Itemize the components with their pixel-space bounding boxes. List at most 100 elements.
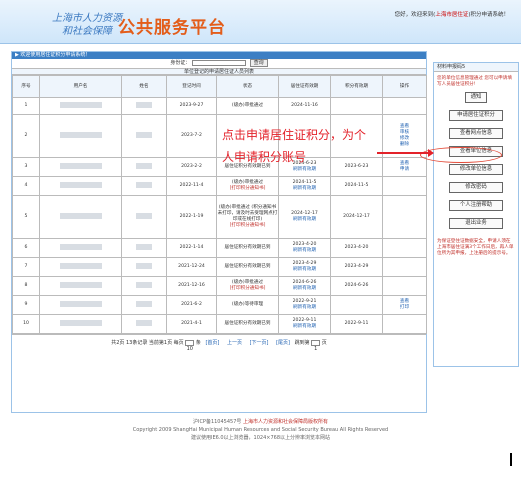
print-notice-link[interactable]: [打印积分通知书] — [218, 223, 278, 229]
col-header: 序号 — [12, 75, 40, 98]
redacted-name — [136, 282, 152, 289]
refresh-validity-link[interactable]: 刷新有效期 — [280, 217, 330, 223]
actions-cell — [382, 195, 427, 239]
residence-validity: 2023-4-29 刷新有效期 — [278, 257, 331, 277]
table-row: 6 2022-1-14 居住证积分有效期已到 2023-4-20 刷新有效期 2023-4… — [12, 238, 427, 258]
next-page-link[interactable]: [下一页] — [250, 340, 269, 346]
registration-date: 2021-12-24 — [166, 257, 217, 277]
table-row: 9 2021-6-2 (级办)等待审理 2022-9-21 刷新有效期 查看 打印 — [12, 295, 427, 315]
registration-date: 2022-1-19 — [166, 195, 217, 239]
logo-line2: 和社会保障 — [62, 26, 112, 37]
logout-button[interactable]: 退出业务 — [449, 218, 503, 229]
actions-cell — [382, 176, 427, 196]
edit-company-button[interactable]: 修改单位信息 — [449, 164, 503, 175]
table-row: 5 2022-1-19 (级办)审批通过 (积分通知书未打印，请及时去受理网点打印或… — [12, 195, 427, 239]
username-cell — [39, 257, 122, 277]
redacted-name — [136, 301, 152, 308]
actions-cell — [382, 257, 427, 277]
row-action-link[interactable]: 打印 — [384, 305, 426, 311]
redacted-username — [59, 320, 102, 327]
name-cell — [121, 238, 167, 258]
welcome-text: 您好，欢迎来到(上海市居住证)积分申请系统！ — [394, 12, 509, 18]
username-cell — [39, 276, 122, 296]
redacted-username — [59, 263, 102, 270]
col-header: 操作 — [382, 75, 427, 98]
redacted-name — [136, 320, 152, 327]
actions-cell[interactable]: 查看 打印 — [382, 295, 427, 315]
name-cell — [121, 157, 167, 177]
side-warning: 为保证登住证数据安全，申请人须在上海市居住证满3个工作日后，再人单位所为其申报，… — [437, 239, 514, 256]
view-branches-button[interactable]: 查看网点信息 — [449, 128, 503, 139]
row-number: 5 — [12, 195, 40, 239]
table-header-row: 序号 用户名 姓名 登记时间 状态 居住证有效期 积分有效期 操作 — [12, 75, 427, 98]
query-button[interactable]: 查询 — [249, 59, 268, 67]
side-head: 材料申报码5 — [434, 63, 518, 72]
refresh-validity-link[interactable]: 刷新有效期 — [280, 186, 330, 192]
redacted-name — [136, 263, 152, 270]
refresh-validity-link[interactable]: 刷新有效期 — [280, 286, 330, 292]
refresh-validity-link[interactable]: 刷新有效期 — [280, 324, 330, 330]
registration-date: 2023-2-2 — [166, 157, 217, 177]
table-row: 1 2023-9-27 (级办)审批通过 2024-11-16 — [12, 97, 427, 115]
status-cell: 居住证积分有效期已到 — [216, 257, 279, 277]
site-footer: 沪ICP备11045457号 上海市人力资源和社会保障局版权所有 Copyrig… — [0, 418, 521, 442]
table-row: 7 2021-12-24 居住证积分有效期已到 2023-4-29 刷新有效期 2023-… — [12, 257, 427, 277]
registration-date: 2022-1-14 — [166, 238, 217, 258]
row-action-link[interactable]: 删除 — [384, 142, 426, 148]
jump-page-input[interactable]: 1 — [311, 339, 321, 352]
last-page-link[interactable]: [尾页] — [276, 340, 290, 346]
residence-validity: 2022-9-11 刷新有效期 — [278, 314, 331, 334]
registration-date: 2022-11-4 — [166, 176, 217, 196]
redacted-name — [136, 132, 152, 139]
row-action-link[interactable]: 申请 — [384, 167, 426, 173]
col-header: 姓名 — [121, 75, 167, 98]
name-cell — [121, 176, 167, 196]
org-copyright: 上海市人力资源和社会保障局版权所有 — [243, 419, 329, 425]
id-search-input[interactable] — [192, 59, 246, 66]
site-header: 上海市人力资源 和社会保障 公共服务平台 您好，欢迎来到(上海市居住证)积分申请… — [0, 0, 521, 44]
points-validity — [330, 97, 383, 115]
list-title: 单位登记的申请居住证人员列表 — [12, 68, 426, 75]
name-cell — [121, 195, 167, 239]
table-row: 4 2022-11-4 (级办)审批通过 [打印积分通知书] 2024-11-5 刷新有效… — [12, 176, 427, 196]
table-row: 8 2021-12-16 (级办)审批通过 [打印积分通知书] 2024-6-26 刷新有… — [12, 276, 427, 296]
first-page-link[interactable]: [首页] — [205, 340, 219, 346]
notice-button[interactable]: 通知 — [465, 92, 487, 103]
print-notice-link[interactable]: [打印积分通知书] — [218, 186, 278, 192]
status-cell: (级办)审批通过 — [216, 97, 279, 115]
platform-logo: 公共服务平台 — [118, 18, 226, 38]
status-cell: 居住证积分有效期已到 — [216, 314, 279, 334]
pager: 共2页 13条记录 当前第1页 每页 10 条 [首页] 上一页 [下一页] [… — [12, 334, 426, 352]
row-number: 9 — [12, 295, 40, 315]
residence-validity: 2024-12-17 刷新有效期 — [278, 195, 331, 239]
username-cell — [39, 195, 122, 239]
redacted-username — [59, 213, 102, 220]
copyright-text: Copyright 2009 ShangHai Municipal Human … — [132, 427, 389, 433]
welcome-link[interactable]: 上海市居住证 — [435, 12, 468, 18]
row-number: 1 — [12, 97, 40, 115]
col-header: 状态 — [216, 75, 279, 98]
row-number: 7 — [12, 257, 40, 277]
refresh-validity-link[interactable]: 刷新有效期 — [280, 267, 330, 273]
points-validity: 2023-4-29 — [330, 257, 383, 277]
refresh-validity-link[interactable]: 刷新有效期 — [280, 305, 330, 311]
row-number: 2 — [12, 114, 40, 158]
residence-validity: 2022-9-21 刷新有效期 — [278, 295, 331, 315]
registration-help-button[interactable]: 个人注册帮助 — [449, 200, 503, 211]
change-password-button[interactable]: 修改密码 — [449, 182, 503, 193]
row-number: 4 — [12, 176, 40, 196]
actions-cell[interactable]: 查看 申请 — [382, 157, 427, 177]
actions-cell — [382, 238, 427, 258]
table-row: 10 2021-4-1 居住证积分有效期已到 2022-9-11 刷新有效期 2022-9… — [12, 314, 427, 334]
residence-validity: 2024-11-16 — [278, 97, 331, 115]
redacted-name — [136, 244, 152, 251]
apply-points-button[interactable]: 申请居住证积分 — [449, 110, 503, 121]
username-cell — [39, 314, 122, 334]
print-notice-link[interactable]: [打印积分通知书] — [218, 286, 278, 292]
applicant-table: 序号 用户名 姓名 登记时间 状态 居住证有效期 积分有效期 操作 1 2023-… — [12, 75, 427, 334]
per-page-input[interactable]: 10 — [185, 339, 195, 352]
refresh-validity-link[interactable]: 刷新有效期 — [280, 248, 330, 254]
redacted-username — [59, 282, 102, 289]
residence-validity: 2023-4-20 刷新有效期 — [278, 238, 331, 258]
prev-page-link[interactable]: 上一页 — [227, 340, 242, 346]
